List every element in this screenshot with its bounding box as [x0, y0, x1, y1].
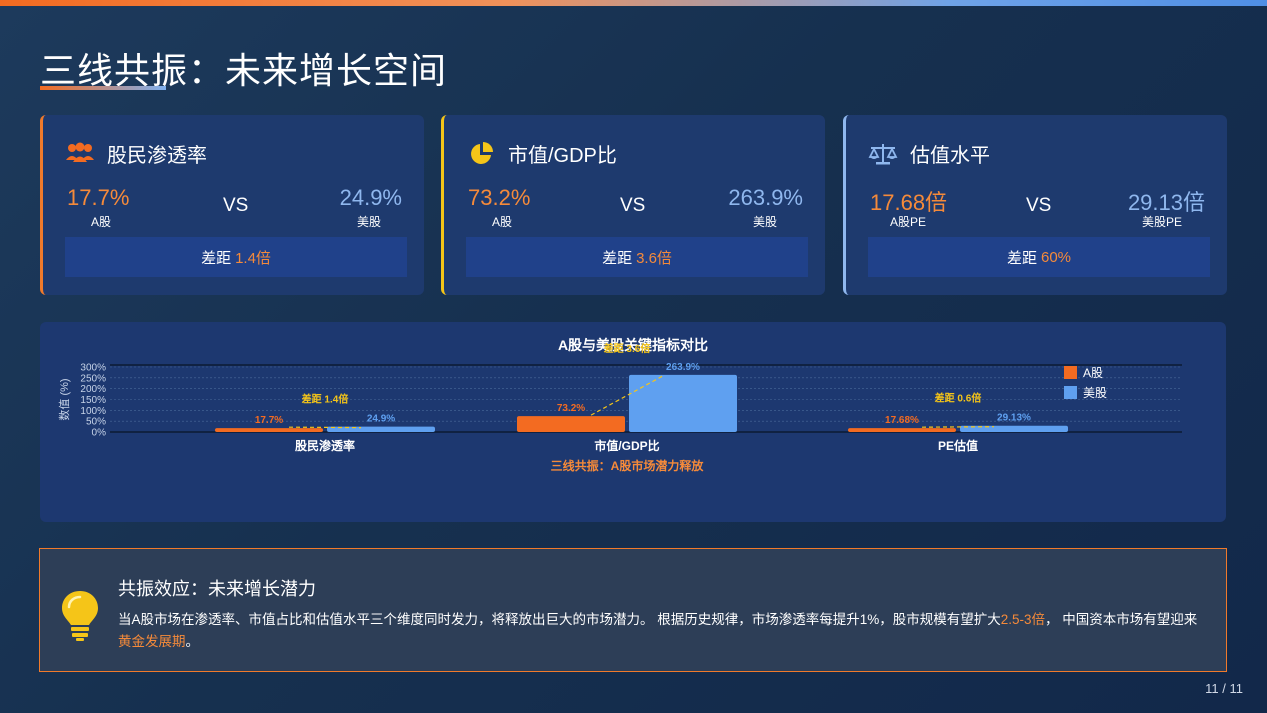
a-share-value: 73.2% — [468, 185, 531, 210]
gap-prefix: 差距 — [201, 249, 232, 267]
insight-title: 共振效应：未来增长潜力 — [118, 579, 316, 599]
lightbulb-icon — [60, 589, 100, 641]
insight-text-part: 当A股市场在渗透率、市值占比和估值水平三个维度同时发力，将释放出巨大的市场潜力。… — [118, 612, 1001, 627]
vs-label: VS — [1026, 195, 1052, 216]
bar-us — [327, 426, 435, 432]
vs-label: VS — [620, 195, 646, 216]
gap-value: 1.4倍 — [235, 249, 271, 267]
gap-bar: 差距 60% — [868, 237, 1210, 277]
data-label-us: 263.9% — [666, 362, 700, 373]
x-tick-label: 市值/GDP比 — [594, 438, 659, 453]
data-label-a-share: 17.68% — [885, 415, 919, 426]
us-label: 美股PE — [1142, 215, 1183, 229]
users-icon — [65, 141, 95, 167]
y-tick-label: 100% — [80, 406, 106, 417]
gap-label: 差距 0.6倍 — [935, 392, 982, 405]
gap-prefix: 差距 — [602, 249, 633, 267]
comparison-chart-panel: A股与美股关键指标对比 0% 50% 100% 150% 200% 250% 300% 数值 (… — [40, 322, 1226, 522]
top-accent-bar — [0, 0, 1267, 6]
card-header: 估值水平 — [868, 139, 990, 168]
us-value: 263.9% — [728, 185, 803, 210]
insight-highlight: 2.5-3倍 — [1000, 612, 1046, 627]
data-label-us: 24.9% — [367, 414, 395, 425]
insight-box: 共振效应：未来增长潜力 当A股市场在渗透率、市值占比和估值水平三个维度同时发力，… — [39, 548, 1227, 672]
x-tick-label: PE估值 — [938, 438, 978, 453]
gap-bar: 差距 1.4倍 — [65, 237, 407, 277]
insight-text-part: 。 — [185, 634, 200, 649]
vs-label: VS — [223, 195, 249, 216]
a-share-label: A股 — [492, 215, 513, 229]
card-valuation: 估值水平 17.68倍 A股PE VS 29.13倍 美股PE 差距 60% — [843, 115, 1227, 295]
title-underline — [40, 86, 166, 90]
y-tick-label: 150% — [80, 395, 106, 406]
data-label-a-share: 17.7% — [255, 415, 283, 426]
gap-prefix: 差距 — [1006, 249, 1037, 267]
pie-chart-icon — [466, 141, 496, 167]
y-axis-label: 数值 (%) — [58, 378, 71, 420]
insight-text-part: ， 中国资本市场有望迎来 — [1045, 612, 1198, 627]
a-share-label: A股 — [91, 215, 112, 229]
legend-label-a-share: A股 — [1083, 366, 1103, 380]
a-share-label: A股PE — [890, 215, 927, 229]
y-tick-label: 250% — [80, 373, 106, 384]
x-tick-label: 股民渗透率 — [295, 438, 355, 453]
gap-value: 60% — [1040, 248, 1072, 266]
y-tick-label: 0% — [92, 428, 107, 439]
card-title: 市值/GDP比 — [508, 145, 617, 167]
bar-a-share — [848, 428, 956, 432]
card-market-cap-gdp: 市值/GDP比 73.2% A股 VS 263.9% 美股 差距 3.6倍 — [441, 115, 825, 295]
legend-swatch-us — [1064, 386, 1077, 399]
us-label: 美股 — [753, 215, 778, 229]
bar-a-share — [215, 428, 323, 432]
card-penetration: 股民渗透率 17.7% A股 VS 24.9% 美股 差距 1.4倍 — [40, 115, 424, 295]
legend-swatch-a-share — [1064, 366, 1077, 379]
page-number: 11 / 11 — [1205, 681, 1243, 696]
card-header: 市值/GDP比 — [466, 139, 617, 168]
comparison-chart: A股与美股关键指标对比0%50%100%150%200%250%300%数值 (… — [58, 337, 1182, 473]
balance-scale-icon — [868, 141, 898, 167]
bar-us — [629, 374, 737, 432]
chart-footer-note: 三线共振：A股市场潜力释放 — [551, 458, 705, 473]
card-title: 估值水平 — [910, 145, 990, 167]
us-label: 美股 — [357, 215, 382, 229]
data-label-a-share: 73.2% — [557, 403, 585, 414]
a-share-value: 17.7% — [67, 185, 130, 210]
gap-bar: 差距 3.6倍 — [466, 237, 808, 277]
card-header: 股民渗透率 — [65, 139, 207, 168]
gap-label: 差距 1.4倍 — [302, 393, 349, 406]
insight-highlight: 黄金发展期 — [118, 634, 186, 649]
gap-value: 3.6倍 — [636, 249, 672, 267]
insight-text: 当A股市场在渗透率、市值占比和估值水平三个维度同时发力，将释放出巨大的市场潜力。… — [118, 609, 1208, 653]
bar-us — [960, 425, 1068, 432]
y-tick-label: 50% — [86, 417, 106, 428]
y-tick-label: 200% — [80, 384, 106, 395]
card-title: 股民渗透率 — [107, 145, 207, 167]
data-label-us: 29.13% — [997, 413, 1031, 424]
legend-label-us: 美股 — [1083, 386, 1107, 400]
us-value: 24.9% — [339, 185, 402, 210]
bar-a-share — [517, 416, 625, 432]
y-tick-label: 300% — [80, 363, 106, 374]
gap-label: 差距 3.6倍 — [604, 342, 651, 355]
